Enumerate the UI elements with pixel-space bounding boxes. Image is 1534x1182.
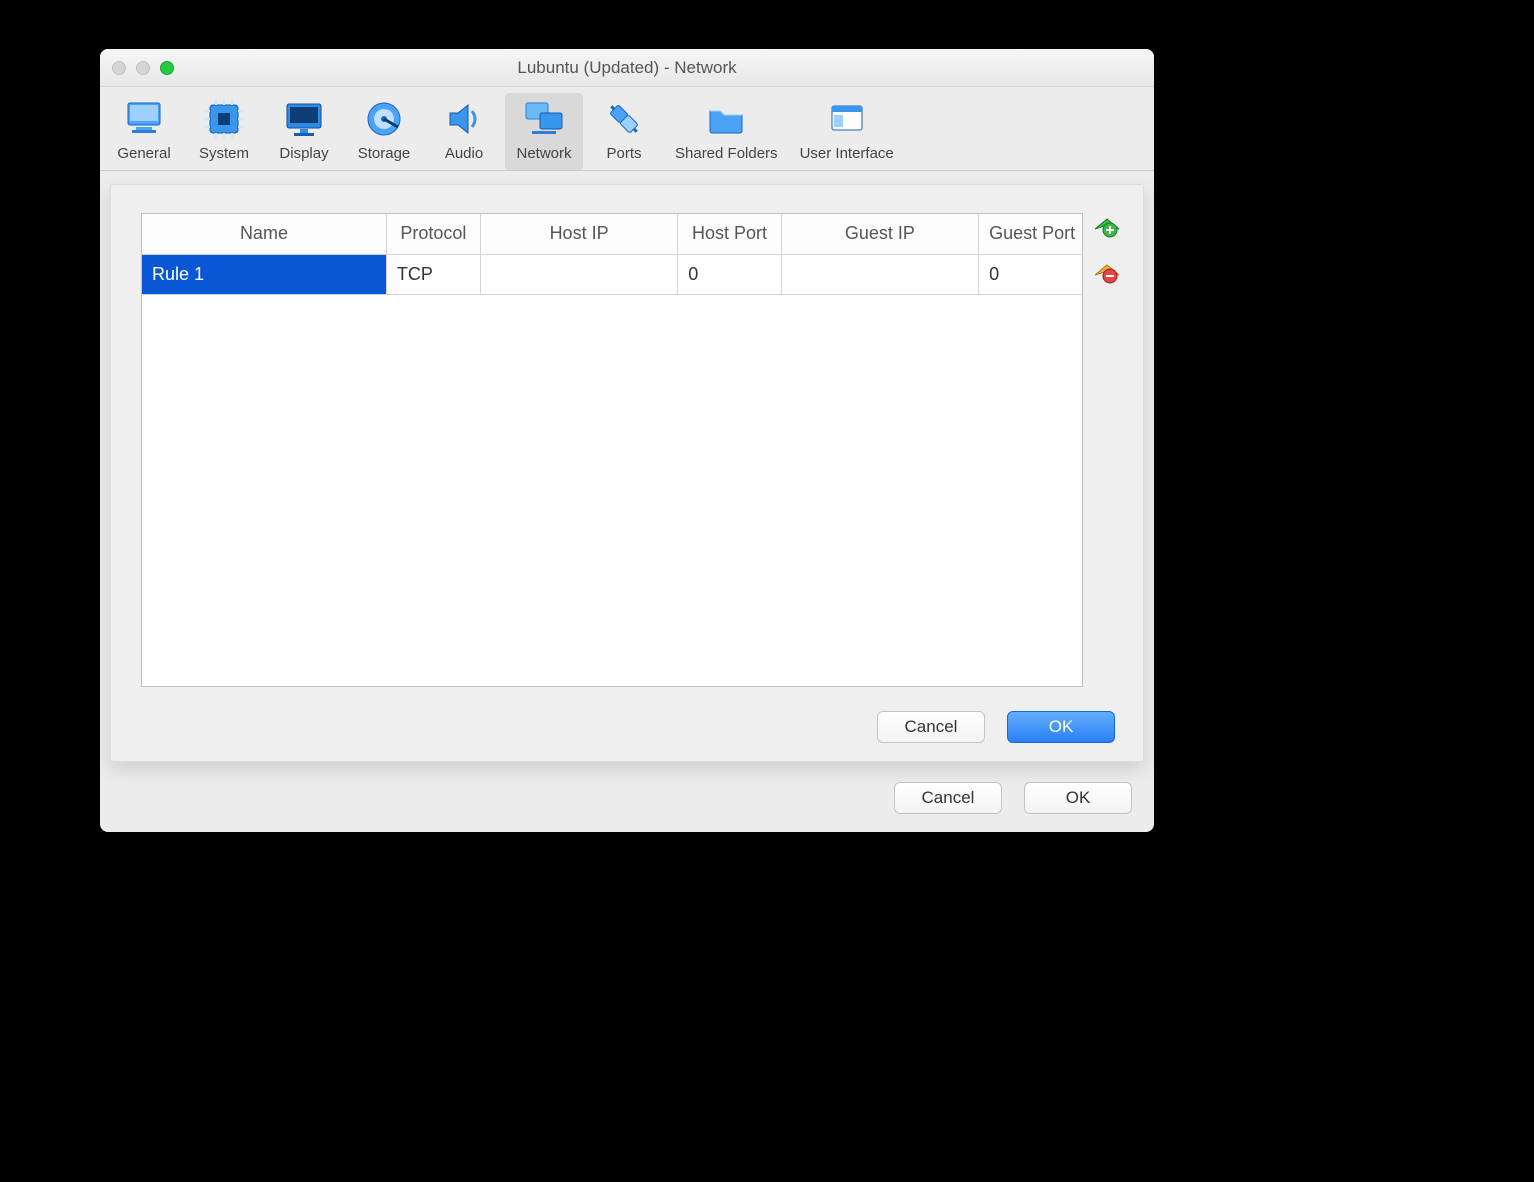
toolbar-tab-general[interactable]: General	[105, 93, 183, 170]
toolbar-tab-system[interactable]: System	[185, 93, 263, 170]
window-controls	[112, 61, 174, 75]
col-header-hostip[interactable]: Host IP	[480, 214, 677, 254]
settings-toolbar: General System	[100, 87, 1154, 171]
table-header-row: Name Protocol Host IP Host Port Guest IP…	[142, 214, 1082, 254]
panel-cancel-button[interactable]: Cancel	[877, 711, 985, 743]
folder-icon	[704, 97, 748, 141]
display-icon	[282, 97, 326, 141]
toolbar-label: User Interface	[800, 145, 894, 162]
close-window-button[interactable]	[112, 61, 126, 75]
rules-table-container: Name Protocol Host IP Host Port Guest IP…	[141, 213, 1083, 687]
remove-rule-icon	[1093, 261, 1121, 289]
toolbar-label: Ports	[606, 145, 641, 162]
cell-guestip[interactable]	[781, 254, 978, 294]
port-forwarding-table: Name Protocol Host IP Host Port Guest IP…	[142, 214, 1082, 295]
toolbar-label: General	[117, 145, 170, 162]
window-title: Lubuntu (Updated) - Network	[100, 58, 1154, 78]
col-header-hostport[interactable]: Host Port	[678, 214, 781, 254]
toolbar-tab-network[interactable]: Network	[505, 93, 583, 170]
cell-hostip[interactable]	[480, 254, 677, 294]
col-header-guestport[interactable]: Guest Port	[979, 214, 1082, 254]
settings-window: Lubuntu (Updated) - Network General	[100, 49, 1154, 832]
toolbar-tab-ui[interactable]: User Interface	[790, 93, 904, 170]
col-header-name[interactable]: Name	[142, 214, 386, 254]
toolbar-tab-storage[interactable]: Storage	[345, 93, 423, 170]
toolbar-label: Network	[516, 145, 571, 162]
col-header-protocol[interactable]: Protocol	[386, 214, 480, 254]
monitor-icon	[122, 97, 166, 141]
toolbar-label: Display	[279, 145, 328, 162]
toolbar-label: Storage	[358, 145, 411, 162]
toolbar-tab-display[interactable]: Display	[265, 93, 343, 170]
titlebar: Lubuntu (Updated) - Network	[100, 49, 1154, 87]
rule-side-buttons	[1093, 215, 1121, 289]
toolbar-label: Shared Folders	[675, 145, 778, 162]
toolbar-label: System	[199, 145, 249, 162]
panel-ok-button[interactable]: OK	[1007, 711, 1115, 743]
table-row[interactable]: Rule 1 TCP 0 0	[142, 254, 1082, 294]
toolbar-label: Audio	[445, 145, 483, 162]
speaker-icon	[442, 97, 486, 141]
port-forwarding-panel: Name Protocol Host IP Host Port Guest IP…	[110, 184, 1144, 762]
ports-icon	[602, 97, 646, 141]
window-dialog-buttons: Cancel OK	[894, 782, 1132, 814]
disk-icon	[362, 97, 406, 141]
remove-rule-button[interactable]	[1093, 261, 1121, 289]
panel-dialog-buttons: Cancel OK	[877, 711, 1115, 743]
network-icon	[522, 97, 566, 141]
window-ok-button[interactable]: OK	[1024, 782, 1132, 814]
ui-icon	[825, 97, 869, 141]
cell-name[interactable]: Rule 1	[142, 254, 386, 294]
toolbar-tab-ports[interactable]: Ports	[585, 93, 663, 170]
col-header-guestip[interactable]: Guest IP	[781, 214, 978, 254]
cell-guestport[interactable]: 0	[979, 254, 1082, 294]
chip-icon	[202, 97, 246, 141]
toolbar-tab-sharedfolders[interactable]: Shared Folders	[665, 93, 788, 170]
toolbar-tab-audio[interactable]: Audio	[425, 93, 503, 170]
zoom-window-button[interactable]	[160, 61, 174, 75]
add-rule-button[interactable]	[1093, 215, 1121, 243]
cell-hostport[interactable]: 0	[678, 254, 781, 294]
minimize-window-button[interactable]	[136, 61, 150, 75]
add-rule-icon	[1093, 215, 1121, 243]
cell-protocol[interactable]: TCP	[386, 254, 480, 294]
window-cancel-button[interactable]: Cancel	[894, 782, 1002, 814]
